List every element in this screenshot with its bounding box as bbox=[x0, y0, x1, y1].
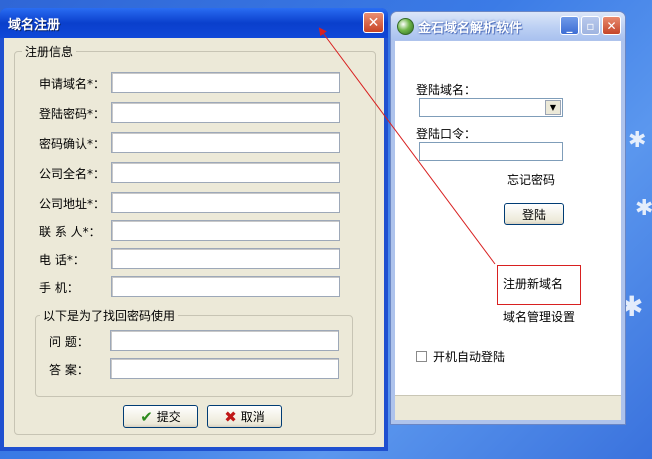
contact-person-input[interactable] bbox=[111, 220, 340, 241]
field-label: 手 机： bbox=[39, 281, 79, 295]
login-button-label: 登陆 bbox=[521, 207, 546, 222]
password-input[interactable] bbox=[419, 142, 563, 161]
field-label: 电 话*： bbox=[39, 253, 85, 267]
domain-name-input[interactable] bbox=[111, 72, 340, 93]
domain-label: 登陆域名： bbox=[416, 83, 477, 97]
close-icon: ✕ bbox=[367, 14, 380, 31]
chevron-down-icon: ▼ bbox=[549, 103, 557, 112]
login-button[interactable]: 登陆 bbox=[504, 203, 564, 225]
login-password-input[interactable] bbox=[111, 102, 340, 123]
app-logo-icon bbox=[397, 17, 414, 35]
close-button[interactable]: ✕ bbox=[602, 16, 621, 35]
autostart-checkbox[interactable] bbox=[416, 351, 427, 362]
field-label: 公司地址*： bbox=[39, 197, 106, 211]
registration-info-group-title: 注册信息 bbox=[22, 43, 77, 60]
field-label: 登陆密码*： bbox=[39, 107, 106, 121]
domain-management-link[interactable]: 域名管理设置 bbox=[503, 308, 575, 325]
field-label: 密码确认*： bbox=[39, 137, 106, 151]
minimize-icon: _ bbox=[566, 18, 573, 33]
phone-input[interactable] bbox=[111, 248, 340, 269]
register-window-body: 注册信息 申请域名*： 登陆密码*： 密码确认*： 公司全名*： 公司地址*： … bbox=[4, 38, 384, 447]
password-recovery-group-title: 以下是为了找回密码使用 bbox=[40, 307, 179, 324]
maximize-button[interactable]: ▫ bbox=[581, 16, 600, 35]
cancel-button-label: 取消 bbox=[240, 410, 265, 424]
autostart-label: 开机自动登陆 bbox=[433, 350, 506, 364]
confirm-password-input[interactable] bbox=[111, 132, 340, 153]
forgot-password-link[interactable]: 忘记密码 bbox=[507, 171, 555, 188]
password-label: 登陆口令： bbox=[416, 127, 477, 141]
field-label: 申请域名*： bbox=[39, 77, 106, 91]
dropdown-button[interactable]: ▼ bbox=[545, 100, 561, 115]
domain-combobox[interactable]: ▼ bbox=[419, 98, 563, 117]
field-label: 问 题： bbox=[49, 335, 89, 349]
cancel-button[interactable]: ✖ 取消 bbox=[207, 405, 282, 428]
security-question-input[interactable] bbox=[110, 330, 339, 351]
login-window: 金石域名解析软件 _ ▫ ✕ 登陆域名： ▼ 登陆口令： 忘记密码 登陆 注册新… bbox=[390, 11, 626, 425]
register-close-button[interactable]: ✕ bbox=[363, 12, 384, 33]
snowflake-decoration: ✱ bbox=[628, 128, 647, 153]
password-recovery-group bbox=[35, 315, 353, 397]
register-window: 域名注册 ✕ 注册信息 申请域名*： 登陆密码*： 密码确认*： 公司全名*： … bbox=[0, 8, 388, 451]
mobile-input[interactable] bbox=[111, 276, 340, 297]
login-window-body: 登陆域名： ▼ 登陆口令： 忘记密码 登陆 注册新域名 域名管理设置 开机自动登… bbox=[395, 41, 621, 420]
snowflake-decoration: ✱ bbox=[635, 196, 652, 221]
register-window-titlebar[interactable]: 域名注册 ✕ bbox=[0, 8, 388, 38]
minimize-button[interactable]: _ bbox=[560, 16, 579, 35]
company-name-input[interactable] bbox=[111, 162, 340, 183]
checkmark-icon: ✔ bbox=[140, 407, 153, 426]
status-bar bbox=[395, 395, 621, 420]
security-answer-input[interactable] bbox=[110, 358, 339, 379]
login-window-title: 金石域名解析软件 bbox=[418, 20, 523, 36]
submit-button[interactable]: ✔ 提交 bbox=[123, 405, 198, 428]
field-label: 联 系 人*： bbox=[39, 225, 101, 239]
cancel-x-icon: ✖ bbox=[224, 407, 237, 426]
close-icon: ✕ bbox=[606, 18, 617, 33]
submit-button-label: 提交 bbox=[156, 410, 181, 424]
maximize-icon: ▫ bbox=[586, 18, 595, 33]
register-window-title: 域名注册 bbox=[8, 17, 61, 33]
field-label: 答 案： bbox=[49, 363, 89, 377]
field-label: 公司全名*： bbox=[39, 167, 106, 181]
register-new-domain-link[interactable]: 注册新域名 bbox=[503, 275, 563, 292]
company-address-input[interactable] bbox=[111, 192, 340, 213]
login-window-titlebar[interactable]: 金石域名解析软件 _ ▫ ✕ bbox=[391, 12, 625, 40]
